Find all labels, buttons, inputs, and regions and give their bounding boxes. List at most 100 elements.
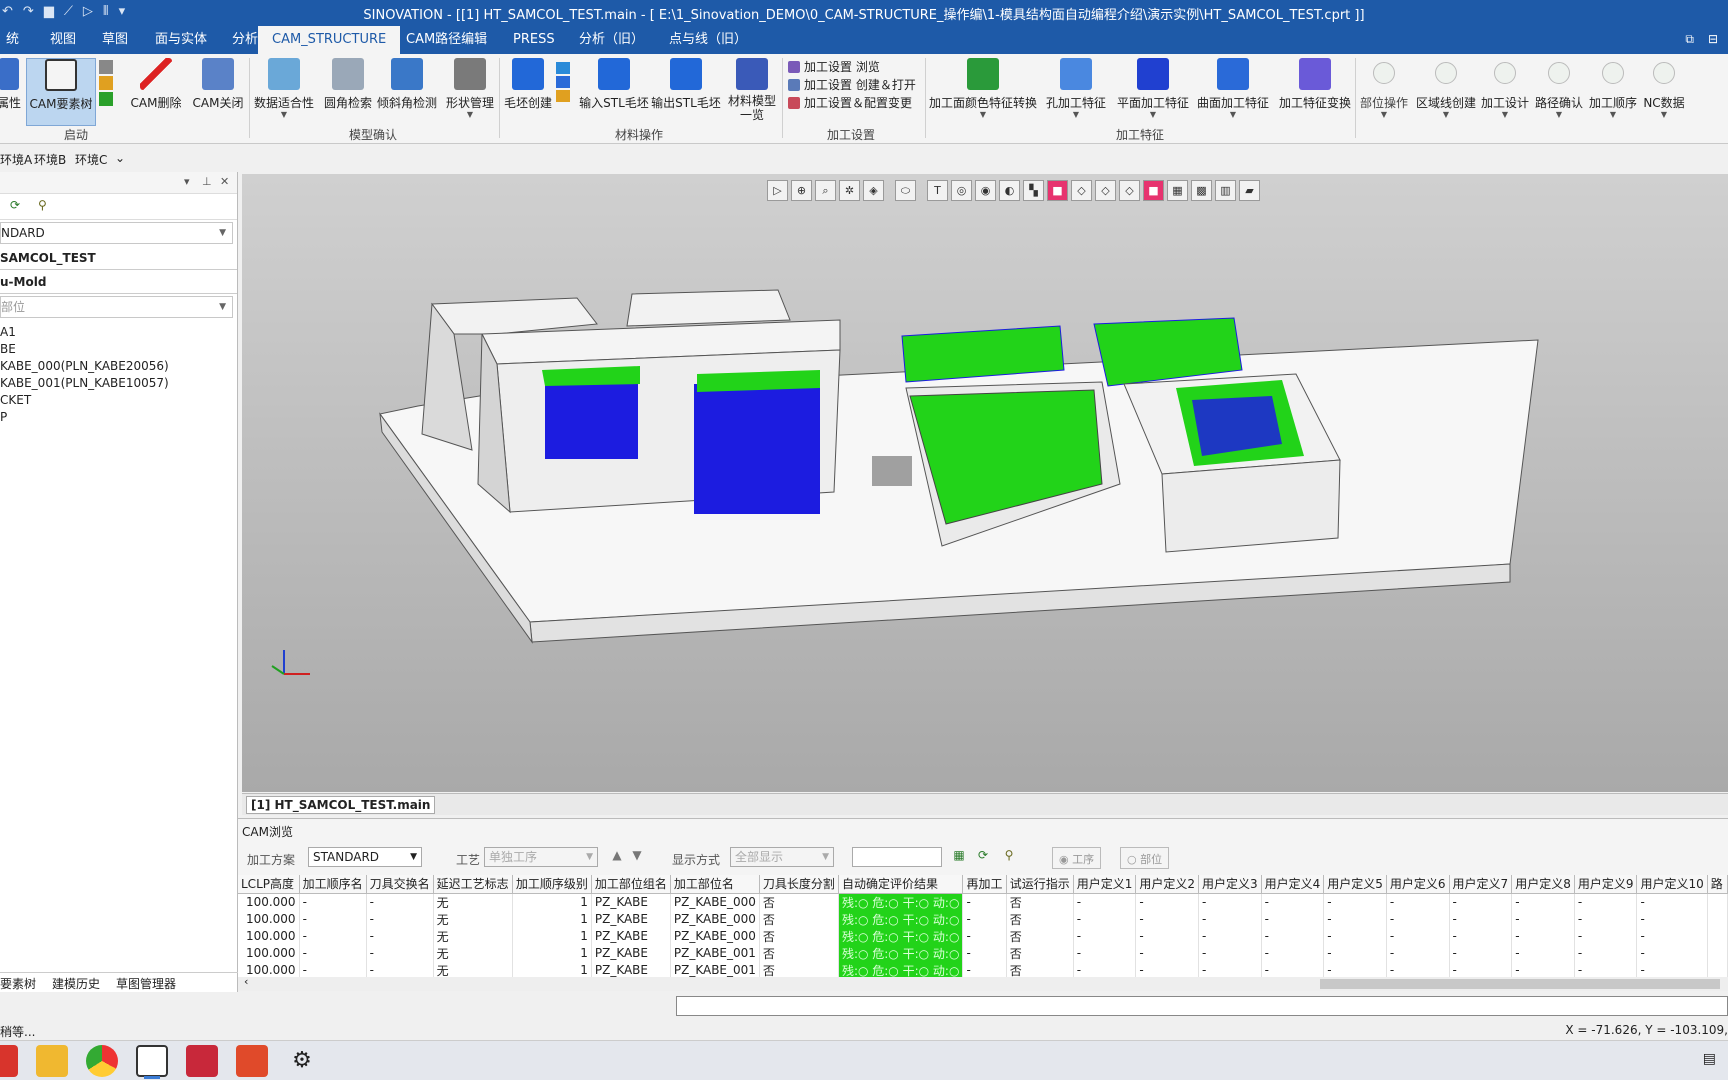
tree-item[interactable]: BE xyxy=(0,341,237,358)
table-row[interactable]: 100.000- - 无 1 PZ_KABE PZ_KABE_000 否残:○ 危:○ 干:… xyxy=(238,893,1728,911)
attribute-button[interactable]: 属性 xyxy=(0,58,22,111)
path-confirm-button[interactable]: 路径确认 ▼ xyxy=(1534,58,1584,119)
column-header[interactable]: 用户定义5 xyxy=(1323,875,1387,894)
layout-icon[interactable]: ⊟ xyxy=(1708,32,1718,47)
tab-view[interactable]: 视图 xyxy=(36,26,90,54)
tab-analysis-old[interactable]: 分析（旧） xyxy=(565,26,658,54)
part-radio[interactable]: ○ 部位 xyxy=(1120,847,1170,869)
gear-icon[interactable]: ⚙ xyxy=(286,1045,318,1077)
column-header[interactable]: 延迟工艺标志 xyxy=(433,875,513,894)
sinovation-app-icon[interactable] xyxy=(136,1045,168,1079)
column-header[interactable]: 加工部位名 xyxy=(670,875,760,894)
nc-data-button[interactable]: NC数据 ▼ xyxy=(1640,58,1688,119)
chrome-icon[interactable] xyxy=(86,1045,118,1077)
env-a-tab[interactable]: 环境A xyxy=(0,151,32,168)
tilt-detect-button[interactable]: 倾斜角检测 xyxy=(376,58,438,111)
column-header[interactable]: 再加工 xyxy=(962,875,1007,894)
surface-feature-button[interactable]: 曲面加工特征 ▼ xyxy=(1196,58,1270,119)
shape-mgmt-button[interactable]: 形状管理 ▼ xyxy=(442,58,498,119)
column-header[interactable]: 用户定义3 xyxy=(1198,875,1262,894)
column-header[interactable]: 加工顺序名 xyxy=(299,875,367,894)
column-header[interactable]: LCLP高度 xyxy=(238,875,300,894)
settings-create-item[interactable]: 加工设置 创建＆打开 xyxy=(788,76,916,94)
scroll-left-icon[interactable]: ‹ xyxy=(244,975,248,988)
tree-item[interactable]: A1 xyxy=(0,324,237,341)
settings-change-item[interactable]: 加工设置＆配置变更 xyxy=(788,94,916,112)
fillet-search-button[interactable]: 圆角检索 xyxy=(322,58,374,111)
blank-small-tools[interactable] xyxy=(554,58,572,104)
import-stl-button[interactable]: 输入STL毛坯 xyxy=(578,58,650,111)
plane-feature-button[interactable]: 平面加工特征 ▼ xyxy=(1116,58,1190,119)
color-feature-button[interactable]: 加工面颜色特征转换 ▼ xyxy=(928,58,1038,119)
move-up-icon[interactable]: ▲ xyxy=(608,848,626,866)
part-combo[interactable]: 部位 ▼ xyxy=(0,296,233,318)
tree-item[interactable]: CKET xyxy=(0,392,237,409)
notification-icon[interactable]: ▤ xyxy=(1703,1051,1716,1067)
filter-input[interactable] xyxy=(852,847,942,867)
mach-design-button[interactable]: 加工设计 ▼ xyxy=(1480,58,1530,119)
export-stl-button[interactable]: 输出STL毛坯 xyxy=(650,58,722,111)
part-op-button[interactable]: 部位操作 ▼ xyxy=(1358,58,1410,119)
env-b-tab[interactable]: 环境B xyxy=(34,151,66,168)
tree-item[interactable]: P xyxy=(0,409,237,426)
file-explorer-icon[interactable] xyxy=(36,1045,68,1077)
column-header[interactable]: 加工顺序级别 xyxy=(512,875,592,894)
plan-select[interactable]: STANDARD ▼ xyxy=(308,847,422,867)
panel-menu-icon[interactable]: ▾ xyxy=(184,175,190,188)
pin-icon[interactable]: ⊥ xyxy=(202,175,212,188)
restore-icon[interactable]: ⧉ xyxy=(1685,32,1694,47)
settings-browse-item[interactable]: 加工设置 浏览 xyxy=(788,58,916,76)
tree-item[interactable]: KABE_000(PLN_KABE20056) xyxy=(0,358,237,375)
table-row[interactable]: 100.000- - 无 1 PZ_KABE PZ_KABE_000 否残:○ 危:○ 干:… xyxy=(238,910,1728,928)
key-icon[interactable]: ⚲ xyxy=(38,198,47,212)
tab-sketch[interactable]: 草图 xyxy=(88,26,142,54)
cam-delete-button[interactable]: CAM删除 xyxy=(127,58,185,111)
app-icon-red[interactable] xyxy=(0,1045,18,1077)
tree-small-tools[interactable] xyxy=(96,58,116,108)
mold-row[interactable]: u-Mold xyxy=(0,270,237,294)
document-tab[interactable]: [1] HT_SAMCOL_TEST.main xyxy=(246,796,436,814)
hole-feature-button[interactable]: 孔加工特征 ▼ xyxy=(1044,58,1108,119)
blank-create-button[interactable]: 毛坯创建 xyxy=(502,58,554,111)
cam-close-button[interactable]: CAM关闭 xyxy=(189,58,247,111)
tab-system[interactable]: 统 xyxy=(0,26,33,54)
refresh-icon[interactable]: ⟳ xyxy=(974,848,992,866)
tab-modeling-history[interactable]: 建模历史 xyxy=(52,975,100,992)
table-icon[interactable]: ▦ xyxy=(950,848,968,866)
move-down-icon[interactable]: ▼ xyxy=(628,848,646,866)
column-header[interactable]: 用户定义10 xyxy=(1636,875,1708,894)
column-header[interactable]: 试运行指示 xyxy=(1006,875,1074,894)
plan-combo[interactable]: NDARD ▼ xyxy=(0,222,233,244)
table-row[interactable]: 100.000- - 无 1 PZ_KABE PZ_KABE_001 否残:○ 危:○ 干:… xyxy=(238,944,1728,962)
command-input[interactable] xyxy=(676,996,1728,1016)
column-header[interactable]: 刀具长度分割 xyxy=(759,875,839,894)
mach-order-button[interactable]: 加工顺序 ▼ xyxy=(1588,58,1638,119)
column-header[interactable]: 加工部位组名 xyxy=(591,875,671,894)
horizontal-scrollbar[interactable]: ‹ xyxy=(238,975,1728,991)
column-header[interactable]: 用户定义6 xyxy=(1386,875,1450,894)
process-radio[interactable]: ◉ 工序 xyxy=(1052,847,1102,869)
column-header[interactable]: 用户定义9 xyxy=(1574,875,1638,894)
tab-cam-path-edit[interactable]: CAM路径编辑 xyxy=(392,26,501,54)
region-line-button[interactable]: 区域线创建 ▼ xyxy=(1414,58,1478,119)
column-header[interactable]: 用户定义7 xyxy=(1449,875,1513,894)
column-header[interactable]: 用户定义4 xyxy=(1261,875,1325,894)
refresh-icon[interactable]: ⟳ xyxy=(10,198,20,212)
app-icon-cube[interactable] xyxy=(186,1045,218,1077)
column-header[interactable]: 用户定义1 xyxy=(1073,875,1137,894)
column-header[interactable]: 刀具交换名 xyxy=(366,875,434,894)
display-select[interactable]: 全部显示 ▼ xyxy=(730,847,834,867)
data-fit-button[interactable]: 数据适合性 ▼ xyxy=(252,58,316,119)
scroll-thumb[interactable] xyxy=(1320,979,1720,989)
tab-surface-solid[interactable]: 面与实体 xyxy=(141,26,221,54)
3d-viewport[interactable]: ▷ ⊕ ⌕ ✲ ◈ ⬭ T ◎ ◉ ◐ ▚ ■ ◇ ◇ ◇ ■ ▦ ▩ ▥ ▰ xyxy=(242,174,1728,792)
tab-press[interactable]: PRESS xyxy=(499,26,569,54)
table-row[interactable]: 100.000- - 无 1 PZ_KABE PZ_KABE_001 否残:○ 危:○ 干:… xyxy=(238,961,1728,979)
key-icon[interactable]: ⚲ xyxy=(1000,848,1018,866)
tab-cam-structure[interactable]: CAM_STRUCTURE xyxy=(258,26,401,54)
cam-tree-button[interactable]: CAM要素树 xyxy=(26,58,96,126)
tab-element-tree[interactable]: 要素树 xyxy=(0,975,36,992)
close-icon[interactable]: ✕ xyxy=(220,175,229,188)
env-c-tab[interactable]: 环境C xyxy=(75,151,107,168)
process-select[interactable]: 单独工序 ▼ xyxy=(484,847,598,867)
